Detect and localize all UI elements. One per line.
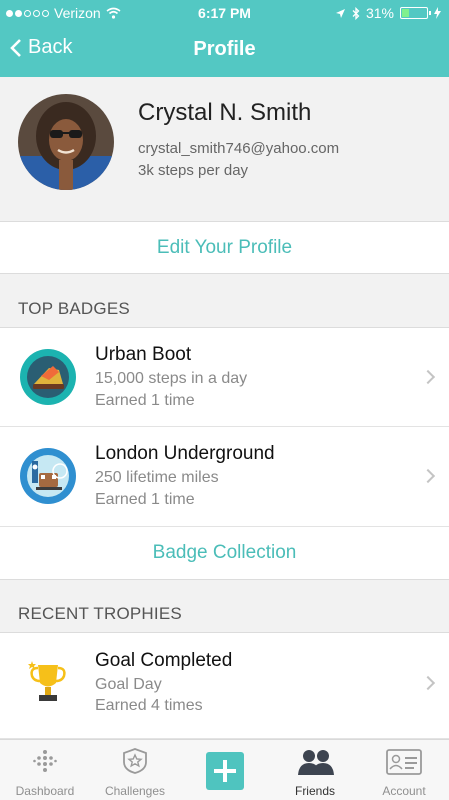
chevron-right-icon — [420, 468, 436, 484]
recent-trophies-heading: RECENT TROPHIES — [18, 604, 182, 623]
challenges-icon — [123, 748, 147, 774]
urban-boot-badge-icon — [20, 349, 76, 405]
top-badges-heading: TOP BADGES — [18, 299, 130, 318]
battery-icon — [400, 7, 431, 19]
trophy-title: Goal Completed — [95, 650, 233, 671]
bluetooth-icon — [352, 6, 360, 20]
trophy-subtitle: Goal Day — [95, 676, 162, 693]
friends-icon — [298, 750, 334, 775]
badge-row-urban-boot[interactable]: Urban Boot 15,000 steps in a day Earned … — [0, 327, 449, 427]
add-button[interactable] — [206, 752, 244, 790]
tab-account[interactable]: Account — [359, 740, 449, 800]
chevron-right-icon — [420, 675, 436, 691]
badge-earned: Earned 1 time — [95, 491, 195, 508]
account-icon — [386, 749, 422, 775]
profile-email: crystal_smith746@yahoo.com — [138, 140, 340, 157]
tab-label: Dashboard — [15, 784, 75, 798]
avatar[interactable] — [18, 94, 114, 190]
badge-title: London Underground — [95, 443, 275, 464]
badge-subtitle: 15,000 steps in a day — [95, 370, 248, 387]
status-bar: Verizon 6:17 PM 31% — [0, 0, 449, 26]
tab-friends[interactable]: Friends — [270, 740, 360, 800]
profile-name: Crystal N. Smith — [138, 99, 312, 126]
tab-label: Account — [382, 784, 426, 798]
location-arrow-icon — [335, 8, 345, 18]
status-right: 31% — [335, 5, 441, 21]
badge-row-london-underground[interactable]: London Underground 250 lifetime miles Ea… — [0, 427, 449, 527]
trophy-icon — [28, 661, 66, 701]
chevron-right-icon — [420, 369, 436, 385]
london-underground-badge-icon — [20, 448, 76, 504]
trophy-row-goal-completed[interactable]: Goal Completed Goal Day Earned 4 times — [0, 632, 449, 739]
battery-percent: 31% — [365, 5, 394, 21]
tab-label: Friends — [294, 784, 335, 798]
profile-steps: 3k steps per day — [138, 162, 249, 179]
top-bar: Verizon 6:17 PM 31% Back Profile — [0, 0, 449, 77]
badge-title: Urban Boot — [95, 344, 192, 365]
profile-header: Crystal N. Smith crystal_smith746@yahoo.… — [0, 77, 449, 221]
charging-icon — [434, 7, 441, 19]
badge-collection-button[interactable]: Badge Collection — [0, 527, 449, 580]
badge-subtitle: 250 lifetime miles — [95, 469, 219, 486]
page-title: Profile — [193, 38, 256, 60]
tab-dashboard[interactable]: Dashboard — [0, 740, 90, 800]
tab-label: Challenges — [104, 784, 166, 798]
badge-earned: Earned 1 time — [95, 392, 195, 409]
tab-challenges[interactable]: Challenges — [90, 740, 180, 800]
tab-bar: Dashboard Challenges Friends Account — [0, 739, 449, 800]
edit-profile-button[interactable]: Edit Your Profile — [0, 221, 449, 274]
dashboard-icon — [33, 750, 57, 772]
trophy-earned: Earned 4 times — [95, 697, 203, 714]
